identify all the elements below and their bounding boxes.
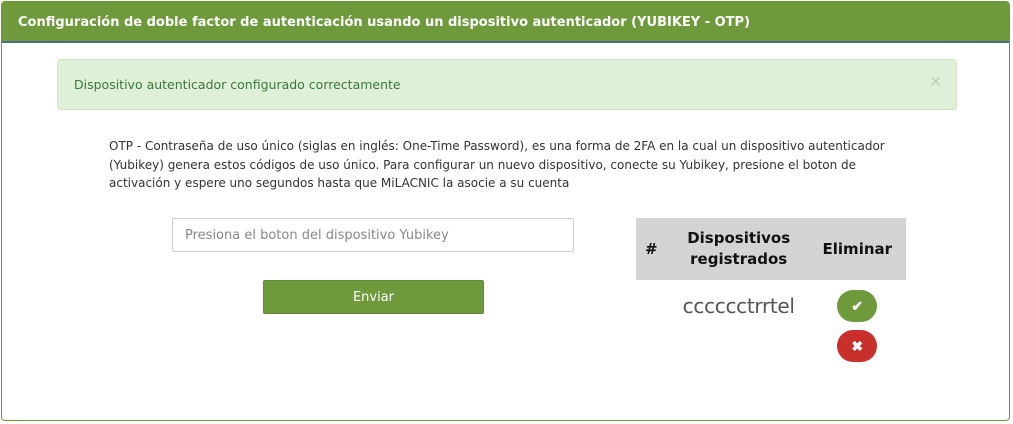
otp-input[interactable] bbox=[172, 218, 574, 252]
delete-device-button[interactable]: ✖ bbox=[837, 330, 878, 362]
device-actions-cell: ✔ ✖ bbox=[809, 280, 906, 362]
devices-table: # Dispositivos registrados Eliminar cccc… bbox=[636, 218, 906, 362]
device-name: cccccctrrtel bbox=[682, 294, 795, 318]
device-name-cell: cccccctrrtel bbox=[669, 280, 809, 362]
confirm-device-button[interactable]: ✔ bbox=[837, 290, 878, 322]
otp-description: OTP - Contraseña de uso único (siglas en… bbox=[109, 139, 885, 190]
column-header-devices: Dispositivos registrados bbox=[668, 218, 809, 280]
yubikey-config-panel: Configuración de doble factor de autenti… bbox=[1, 1, 1010, 421]
table-header-row: # Dispositivos registrados Eliminar bbox=[636, 218, 906, 280]
table-row: cccccctrrtel ✔ ✖ bbox=[636, 280, 906, 362]
times-icon: ✖ bbox=[851, 338, 864, 354]
check-icon: ✔ bbox=[851, 298, 864, 314]
panel-title: Configuración de doble factor de autenti… bbox=[18, 15, 751, 30]
success-alert: Dispositivo autenticador configurado cor… bbox=[57, 59, 957, 110]
submit-button[interactable]: Enviar bbox=[263, 280, 484, 314]
column-header-delete: Eliminar bbox=[808, 218, 906, 280]
close-icon[interactable]: × bbox=[929, 74, 942, 89]
column-header-number: # bbox=[636, 218, 669, 280]
panel-header: Configuración de doble factor de autenti… bbox=[2, 2, 1009, 43]
alert-message: Dispositivo autenticador configurado cor… bbox=[74, 77, 401, 92]
device-number-cell bbox=[636, 280, 669, 362]
